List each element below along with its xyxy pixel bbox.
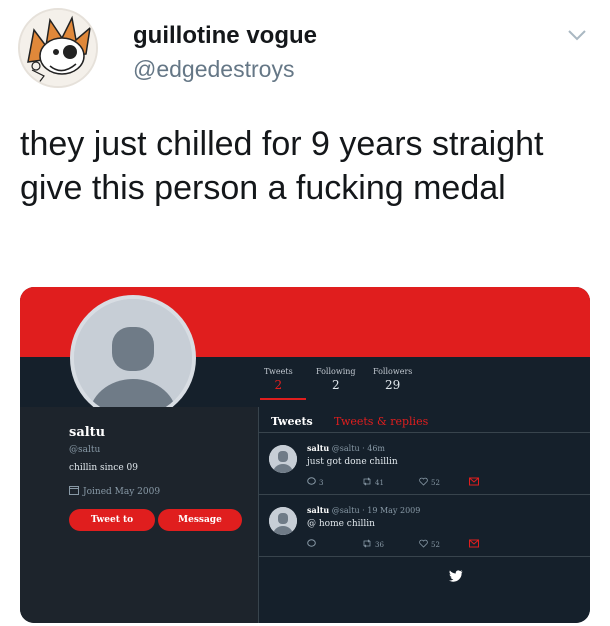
retweet-action[interactable]: 36 (362, 539, 384, 550)
reply-action[interactable]: 3 (307, 477, 323, 488)
envelope-icon (469, 477, 479, 488)
profile-joined-text: Joined May 2009 (83, 486, 161, 497)
envelope-icon (469, 539, 479, 550)
tab-tweets[interactable]: Tweets (271, 415, 313, 428)
post-actions: 36 52 (307, 539, 479, 551)
profile-name: saltu (69, 425, 106, 440)
stat-following-label: Following (316, 367, 356, 376)
post-text: @ home chillin (307, 519, 375, 529)
retweet-count: 41 (375, 478, 384, 487)
default-avatar-icon (70, 295, 196, 421)
chevron-down-icon[interactable] (566, 24, 588, 46)
timeline-tabs: Tweets Tweets & replies (259, 407, 590, 433)
cartoon-avatar-icon[interactable] (18, 8, 98, 88)
stat-followers-value: 29 (385, 378, 401, 392)
post-handle-time: @saltu · 19 May 2009 (331, 506, 421, 515)
like-action[interactable]: 52 (419, 477, 440, 488)
heart-icon (419, 539, 428, 550)
post-author[interactable]: saltu (307, 505, 329, 515)
stat-tweets[interactable]: Tweets 2 (264, 367, 293, 392)
reply-icon (307, 477, 316, 488)
post-meta: saltu @saltu · 19 May 2009 (307, 505, 420, 515)
retweet-count: 36 (375, 540, 384, 549)
heart-icon (419, 477, 428, 488)
tweet-to-button[interactable]: Tweet to (69, 509, 155, 531)
post-text: just got done chillin (307, 457, 398, 467)
post-avatar-icon[interactable] (269, 445, 297, 473)
stat-followers-label: Followers (373, 367, 413, 376)
retweet-icon (362, 477, 372, 488)
reply-icon (307, 539, 316, 550)
post-handle-time: @saltu · 46m (331, 444, 385, 453)
like-count: 52 (431, 478, 440, 487)
timeline: Tweets Tweets & replies saltu @saltu · 4… (258, 407, 590, 623)
profile-joined: Joined May 2009 (69, 485, 160, 498)
post-author[interactable]: saltu (307, 443, 329, 453)
timeline-post[interactable]: saltu @saltu · 19 May 2009 @ home chilli… (259, 495, 590, 557)
stat-tweets-value: 2 (274, 378, 283, 392)
profile-bio: chillin since 09 (69, 463, 138, 473)
tweet-text: they just chilled for 9 years straight g… (20, 125, 544, 207)
stat-following-value: 2 (331, 378, 340, 392)
tab-tweets-replies[interactable]: Tweets & replies (334, 415, 428, 428)
user-handle[interactable]: @edgedestroys (133, 56, 294, 83)
profile-screenshot: Tweets 2 Following 2 Followers 29 saltu … (20, 287, 590, 623)
message-button[interactable]: Message (158, 509, 242, 531)
dm-action[interactable] (469, 477, 479, 488)
post-meta: saltu @saltu · 46m (307, 443, 385, 453)
calendar-icon (69, 485, 79, 498)
display-name[interactable]: guillotine vogue (133, 22, 317, 50)
stat-tweets-label: Tweets (264, 367, 293, 376)
tweet-header: guillotine vogue @edgedestroys (18, 8, 592, 88)
active-stat-underline (260, 398, 306, 400)
post-actions: 3 41 52 (307, 477, 479, 489)
timeline-post[interactable]: saltu @saltu · 46m just got done chillin… (259, 433, 590, 495)
stat-followers[interactable]: Followers 29 (373, 367, 412, 392)
reply-action[interactable] (307, 539, 319, 550)
stat-following[interactable]: Following 2 (316, 367, 356, 392)
like-action[interactable]: 52 (419, 539, 440, 550)
like-count: 52 (431, 540, 440, 549)
twitter-bird-icon[interactable] (448, 569, 463, 582)
profile-username: @saltu (69, 445, 101, 455)
retweet-icon (362, 539, 372, 550)
retweet-action[interactable]: 41 (362, 477, 384, 488)
reply-count: 3 (319, 478, 324, 487)
post-avatar-icon[interactable] (269, 507, 297, 535)
dm-action[interactable] (469, 539, 479, 550)
